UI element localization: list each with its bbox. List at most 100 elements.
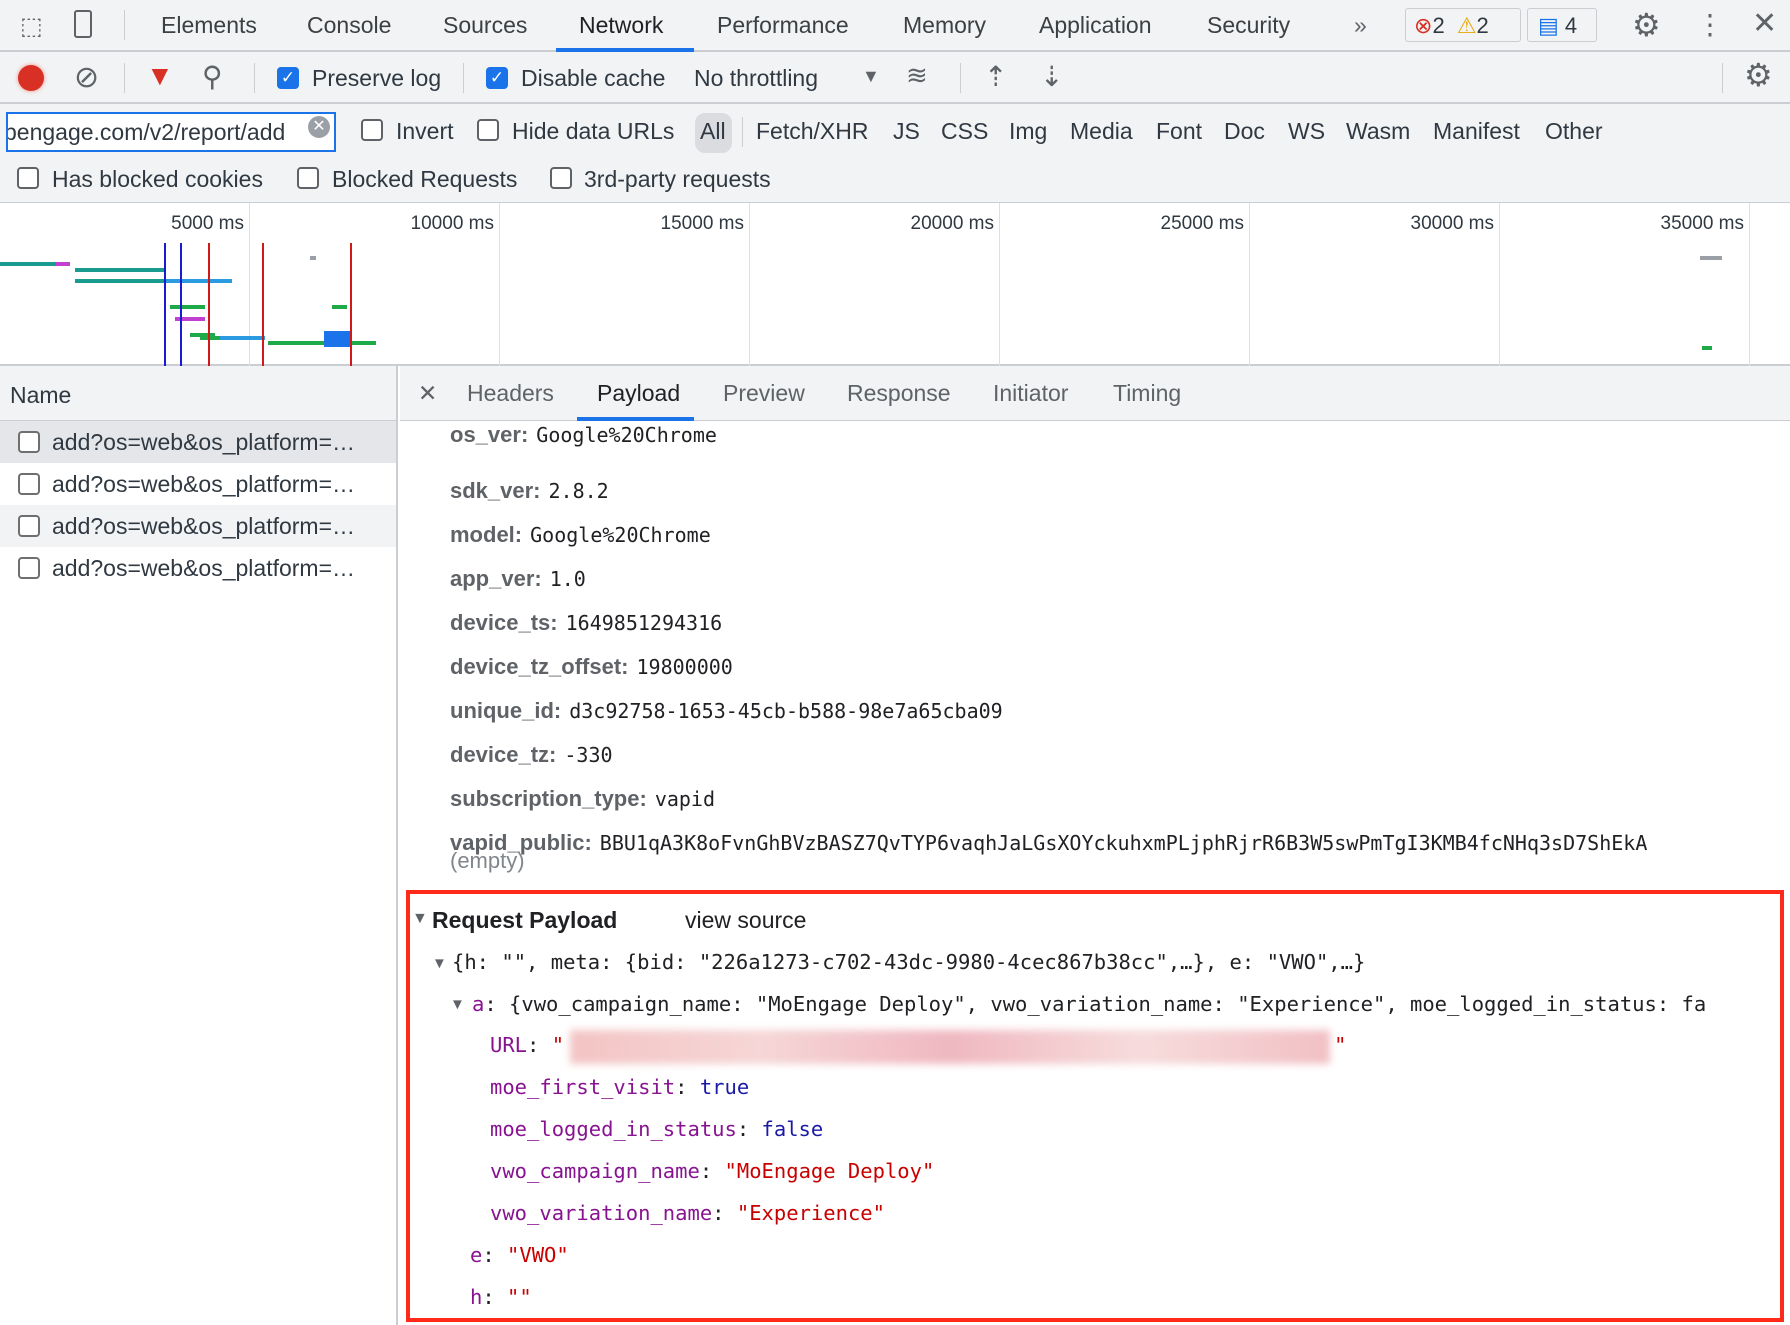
payload-value: true [699, 1075, 750, 1099]
param-value: 1649851294316 [565, 611, 723, 635]
payload-summary[interactable]: {h: "", meta: {bid: "226a1273-c702-43dc-… [452, 950, 1365, 974]
param-key: model: [450, 522, 523, 547]
timeline-bar [0, 262, 56, 266]
payload-field: moe_logged_in_status: false [490, 1117, 824, 1141]
tab-elements[interactable]: Elements [161, 12, 257, 39]
third-party-checkbox[interactable] [550, 167, 572, 189]
timeline-tick: 10000 ms [410, 213, 494, 234]
tab-application[interactable]: Application [1039, 12, 1152, 39]
payload-value: "VWO" [507, 1243, 569, 1267]
type-other[interactable]: Other [1545, 118, 1603, 145]
collapse-triangle-icon[interactable]: ▼ [412, 910, 428, 928]
device-toolbar-icon[interactable] [74, 10, 92, 38]
param-value: -330 [564, 743, 613, 767]
disable-cache-checkbox[interactable]: ✓ [486, 67, 508, 89]
name-column-header[interactable]: Name [0, 366, 396, 421]
tab-headers[interactable]: Headers [467, 380, 554, 407]
tab-network[interactable]: Network [579, 12, 663, 39]
query-param: device_ts: 1649851294316 [450, 610, 722, 636]
param-value: 2.8.2 [548, 479, 609, 503]
timeline-bar [324, 331, 352, 347]
type-all[interactable]: All [700, 118, 726, 145]
type-media[interactable]: Media [1070, 118, 1133, 145]
invert-checkbox[interactable] [361, 119, 383, 141]
payload-a-row[interactable]: ▼ a: {vwo_campaign_name: "MoEngage Deplo… [450, 990, 1780, 1026]
tab-response[interactable]: Response [847, 380, 951, 407]
network-conditions-icon[interactable]: ≋ [906, 60, 928, 91]
timeline-bar [220, 336, 265, 340]
param-key: os_ver: [450, 422, 529, 447]
timeline-overview[interactable]: 5000 ms 10000 ms 15000 ms 20000 ms 25000… [0, 203, 1790, 366]
inspect-element-icon[interactable]: ⬚ [20, 12, 43, 41]
warning-count: 2 [1476, 13, 1489, 38]
close-detail-icon[interactable]: ✕ [418, 380, 437, 407]
tab-memory[interactable]: Memory [903, 12, 986, 39]
record-icon[interactable] [18, 65, 44, 91]
query-param: sdk_ver: 2.8.2 [450, 478, 609, 504]
chevron-down-icon[interactable]: ▼ [862, 66, 880, 87]
tab-performance[interactable]: Performance [717, 12, 849, 39]
request-row[interactable]: add?os=web&os_platform=… [0, 505, 396, 547]
timeline-bar [56, 262, 70, 266]
expand-triangle-icon[interactable]: ▼ [450, 996, 465, 1013]
type-ws[interactable]: WS [1288, 118, 1325, 145]
param-key: device_tz: [450, 742, 557, 767]
export-har-icon[interactable]: ⇣ [1040, 60, 1063, 93]
tab-timing[interactable]: Timing [1113, 380, 1181, 407]
filter-value: pengage.com/v2/report/add [6, 119, 286, 145]
import-har-icon[interactable]: ⇡ [984, 60, 1007, 93]
type-doc[interactable]: Doc [1224, 118, 1265, 145]
request-row[interactable]: add?os=web&os_platform=… [0, 463, 396, 505]
param-value: BBU1qA3K8oFvnGhBVzBASZ7QvTYP6vaqhJaLGsXO… [599, 831, 1648, 855]
tab-preview[interactable]: Preview [723, 380, 805, 407]
query-param: device_tz_offset: 19800000 [450, 654, 733, 680]
type-wasm[interactable]: Wasm [1346, 118, 1410, 145]
settings-icon[interactable]: ⚙ [1632, 6, 1661, 44]
type-img[interactable]: Img [1009, 118, 1047, 145]
payload-key: URL [490, 1033, 528, 1057]
invert-label: Invert [396, 118, 454, 144]
request-name: add?os=web&os_platform=… [52, 513, 356, 539]
request-name: add?os=web&os_platform=… [52, 555, 356, 581]
tab-sources[interactable]: Sources [443, 12, 527, 39]
message-icon: ▤ [1538, 13, 1559, 38]
type-fetch-xhr[interactable]: Fetch/XHR [756, 118, 868, 145]
view-source-link[interactable]: view source [685, 907, 806, 934]
filter-icon[interactable]: ▼ [146, 60, 174, 92]
timeline-bar [170, 305, 205, 309]
tab-console[interactable]: Console [307, 12, 391, 39]
timeline-bar [75, 268, 165, 272]
tab-payload[interactable]: Payload [597, 380, 680, 407]
type-manifest[interactable]: Manifest [1433, 118, 1520, 145]
third-party-label: 3rd-party requests [584, 166, 771, 192]
param-key: app_ver: [450, 566, 542, 591]
throttling-select[interactable]: No throttling [694, 65, 818, 92]
clear-filter-icon[interactable]: ✕ [308, 116, 330, 138]
expand-triangle-icon[interactable]: ▼ [432, 955, 447, 972]
blocked-requests-checkbox[interactable] [297, 167, 319, 189]
request-payload-title[interactable]: Request Payload [432, 907, 617, 934]
issues-counter[interactable]: ⊗2 ⚠2 [1405, 8, 1521, 42]
network-settings-icon[interactable]: ⚙ [1744, 56, 1773, 94]
request-row[interactable]: add?os=web&os_platform=… [0, 421, 396, 463]
close-icon[interactable]: ✕ [1752, 6, 1777, 41]
search-icon[interactable]: ⚲ [202, 60, 223, 93]
type-css[interactable]: CSS [941, 118, 988, 145]
filter-input[interactable]: pengage.com/v2/report/add [6, 112, 336, 152]
has-blocked-cookies-checkbox[interactable] [17, 167, 39, 189]
param-value: vapid [654, 787, 716, 811]
clear-icon[interactable]: ⊘ [74, 60, 99, 95]
hide-data-urls-checkbox[interactable] [477, 119, 499, 141]
type-font[interactable]: Font [1156, 118, 1202, 145]
request-row[interactable]: add?os=web&os_platform=… [0, 547, 396, 589]
type-js[interactable]: JS [893, 118, 920, 145]
messages-counter[interactable]: ▤ 4 [1527, 8, 1597, 42]
preserve-log-checkbox[interactable]: ✓ [277, 67, 299, 89]
error-count: 2 [1432, 13, 1445, 38]
more-tabs-icon[interactable]: » [1354, 12, 1367, 39]
more-options-icon[interactable]: ⋮ [1696, 8, 1724, 41]
timeline-tick: 5000 ms [171, 213, 244, 234]
tab-security[interactable]: Security [1207, 12, 1290, 39]
tab-initiator[interactable]: Initiator [993, 380, 1068, 407]
param-key: sdk_ver: [450, 478, 541, 503]
